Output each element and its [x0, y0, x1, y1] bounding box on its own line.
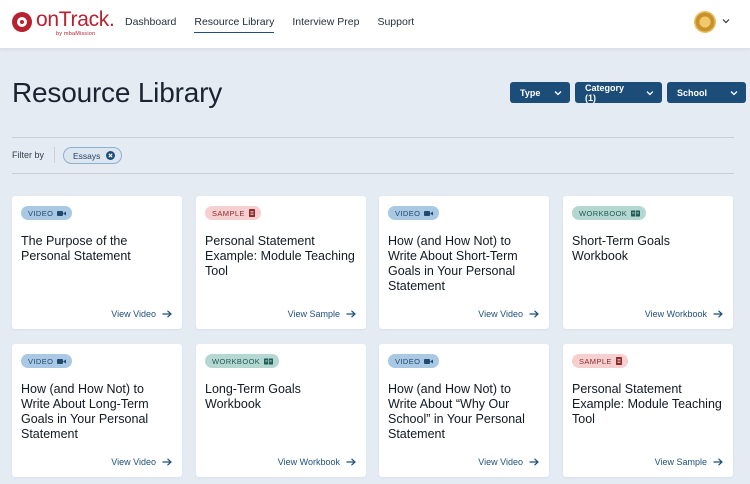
- card-title: Personal Statement Example: Module Teach…: [205, 234, 355, 278]
- page-title: Resource Library: [12, 77, 222, 108]
- badge-label: SAMPLE: [212, 208, 245, 218]
- arrow-right-icon: [529, 310, 539, 318]
- user-avatar[interactable]: [694, 11, 716, 33]
- resource-card[interactable]: WORKBOOK Long-Term Goals Workbook View W…: [196, 344, 366, 477]
- nav-item-support[interactable]: Support: [377, 16, 414, 33]
- arrow-right-icon: [713, 310, 723, 318]
- arrow-right-icon: [346, 458, 356, 466]
- remove-filter-icon[interactable]: [106, 151, 116, 160]
- arrow-right-icon: [162, 310, 172, 318]
- view-video-link[interactable]: View Video: [478, 309, 539, 319]
- view-sample-link[interactable]: View Sample: [288, 309, 356, 319]
- card-title: How (and How Not) to Write About Long-Te…: [21, 382, 149, 441]
- ontrack-logo[interactable]: onTrack. by mbaMission: [12, 8, 115, 38]
- view-workbook-link[interactable]: View Workbook: [645, 309, 723, 319]
- resource-card[interactable]: VIDEO How (and How Not) to Write About L…: [12, 344, 182, 477]
- resource-card[interactable]: VIDEO The Purpose of the Personal Statem…: [12, 196, 182, 329]
- view-video-link[interactable]: View Video: [111, 309, 172, 319]
- card-link-label: View Workbook: [644, 309, 707, 319]
- resource-type-badge: WORKBOOK: [572, 206, 647, 220]
- top-navigation-bar: onTrack. by mbaMission Dashboard Resourc…: [0, 0, 750, 49]
- filter-by-label: Filter by: [12, 150, 45, 160]
- card-link-label: View Video: [111, 457, 156, 467]
- book-icon: [631, 210, 641, 216]
- card-title: How (and How Not) to Write About “Why Ou…: [388, 382, 525, 441]
- card-link-label: View Workbook: [277, 457, 340, 467]
- resource-card[interactable]: VIDEO How (and How Not) to Write About S…: [379, 196, 549, 329]
- divider: [12, 137, 734, 138]
- badge-label: VIDEO: [395, 208, 421, 218]
- nav-item-interview-prep[interactable]: Interview Prep: [292, 16, 359, 33]
- arrow-right-icon: [346, 310, 356, 318]
- resource-type-badge: VIDEO: [388, 354, 440, 368]
- resource-card[interactable]: VIDEO How (and How Not) to Write About “…: [379, 344, 549, 477]
- category-dropdown[interactable]: Category (1): [575, 82, 662, 103]
- card-title: Short-Term Goals Workbook: [572, 234, 670, 263]
- view-video-link[interactable]: View Video: [478, 457, 539, 467]
- brand-name: onTrack.: [36, 8, 115, 31]
- badge-label: VIDEO: [28, 356, 54, 366]
- filter-dropdowns: Type Category (1) School: [510, 82, 746, 103]
- chevron-down-icon[interactable]: [722, 17, 730, 25]
- document-icon: [615, 357, 622, 365]
- resource-card[interactable]: WORKBOOK Short-Term Goals Workbook View …: [563, 196, 733, 329]
- nav-item-resource-library[interactable]: Resource Library: [194, 16, 275, 33]
- arrow-right-icon: [529, 458, 539, 466]
- view-workbook-link[interactable]: View Workbook: [278, 457, 356, 467]
- view-video-link[interactable]: View Video: [111, 457, 172, 467]
- resource-type-badge: VIDEO: [388, 206, 440, 220]
- badge-label: VIDEO: [395, 356, 421, 366]
- logo-mark-icon: [12, 12, 32, 32]
- arrow-right-icon: [713, 458, 723, 466]
- divider: [12, 173, 734, 174]
- arrow-right-icon: [162, 458, 172, 466]
- resource-type-badge: SAMPLE: [205, 206, 261, 220]
- school-dropdown-label: School: [677, 87, 708, 98]
- video-camera-icon: [57, 210, 67, 216]
- type-dropdown[interactable]: Type: [510, 82, 570, 103]
- resource-type-badge: VIDEO: [21, 354, 73, 368]
- card-link-label: View Video: [478, 457, 523, 467]
- video-camera-icon: [57, 358, 67, 364]
- view-sample-link[interactable]: View Sample: [655, 457, 723, 467]
- card-link-label: View Video: [111, 309, 156, 319]
- card-title: Long-Term Goals Workbook: [205, 382, 301, 411]
- badge-label: SAMPLE: [579, 356, 612, 366]
- nav-item-dashboard[interactable]: Dashboard: [125, 16, 176, 33]
- chevron-down-icon: [730, 90, 738, 95]
- document-icon: [248, 209, 255, 217]
- badge-label: WORKBOOK: [579, 208, 628, 218]
- divider: [54, 147, 55, 163]
- active-filter-chip-label: Essays: [73, 150, 101, 161]
- card-title: How (and How Not) to Write About Short-T…: [388, 234, 518, 293]
- resource-type-badge: VIDEO: [21, 206, 73, 220]
- resource-type-badge: WORKBOOK: [205, 354, 280, 368]
- card-link-label: View Video: [478, 309, 523, 319]
- badge-label: WORKBOOK: [212, 356, 261, 366]
- brand-tagline: by mbaMission: [56, 31, 96, 37]
- card-link-label: View Sample: [287, 309, 340, 319]
- card-title: Personal Statement Example: Module Teach…: [572, 382, 722, 426]
- main-nav: Dashboard Resource Library Interview Pre…: [125, 16, 432, 33]
- chevron-down-icon: [646, 90, 654, 95]
- card-link-label: View Sample: [654, 457, 707, 467]
- logo-text: onTrack. by mbaMission: [36, 8, 115, 37]
- card-title: The Purpose of the Personal Statement: [21, 234, 131, 263]
- resource-card[interactable]: SAMPLE Personal Statement Example: Modul…: [196, 196, 366, 329]
- resource-card[interactable]: SAMPLE Personal Statement Example: Modul…: [563, 344, 733, 477]
- video-camera-icon: [424, 210, 434, 216]
- resource-type-badge: SAMPLE: [572, 354, 628, 368]
- school-dropdown[interactable]: School: [667, 82, 746, 103]
- badge-label: VIDEO: [28, 208, 54, 218]
- category-dropdown-label: Category (1): [585, 82, 625, 103]
- chevron-down-icon: [554, 90, 562, 95]
- video-camera-icon: [424, 358, 434, 364]
- active-filter-chip: Essays: [63, 147, 123, 164]
- type-dropdown-label: Type: [520, 87, 541, 98]
- book-icon: [264, 358, 274, 364]
